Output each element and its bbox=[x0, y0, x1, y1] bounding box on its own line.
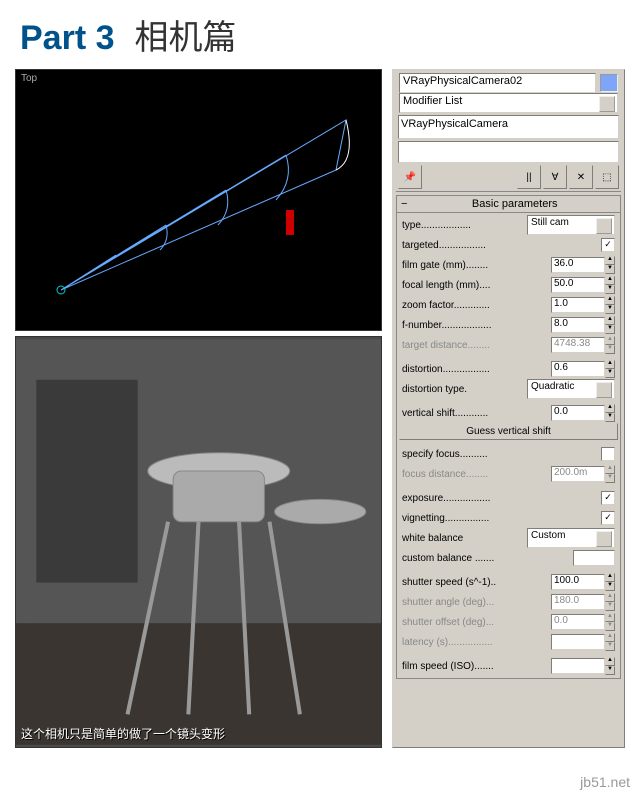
viewport-top[interactable]: Top bbox=[15, 69, 382, 331]
param-input-filmgate[interactable]: 36.0 bbox=[551, 257, 605, 273]
param-label-tdist: target distance........ bbox=[402, 340, 551, 351]
param-label-focal: focal length (mm).... bbox=[402, 280, 551, 291]
param-label-exp: exposure................. bbox=[402, 493, 601, 504]
param-label-shut: shutter speed (s^-1).. bbox=[402, 577, 551, 588]
param-spinner-fnum[interactable]: ▲▼ bbox=[605, 316, 615, 334]
param-label-spec: specify focus.......... bbox=[402, 449, 601, 460]
viewport-perspective[interactable]: VRayPhy... 这个相机只是简单的做了一个镜头变形 bbox=[15, 336, 382, 748]
stack-toolbar: 📌 || ∀ ✕ ⬚ bbox=[396, 163, 621, 192]
pin-stack-icon[interactable]: 📌 bbox=[398, 165, 422, 189]
object-color-swatch[interactable] bbox=[600, 74, 618, 92]
param-spinner-focal[interactable]: ▲▼ bbox=[605, 276, 615, 294]
param-label-zoom: zoom factor............. bbox=[402, 300, 551, 311]
custom-balance-swatch[interactable] bbox=[573, 550, 615, 566]
param-input-vshift[interactable]: 0.0 bbox=[551, 405, 605, 421]
stack-btn-2[interactable]: ∀ bbox=[543, 165, 567, 189]
param-input-sang: 180.0 bbox=[551, 594, 605, 610]
param-spinner-filmgate[interactable]: ▲▼ bbox=[605, 256, 615, 274]
stack-btn-1[interactable]: || bbox=[517, 165, 541, 189]
param-input-fdist: 200.0m bbox=[551, 466, 605, 482]
param-label-filmgate: film gate (mm)........ bbox=[402, 260, 551, 271]
param-spinner-shut[interactable]: ▲▼ bbox=[605, 573, 615, 591]
param-spinner-tdist: ▲▼ bbox=[605, 336, 615, 354]
param-spinner-lat: ▲▼ bbox=[605, 633, 615, 651]
guess-vertical-shift-button[interactable]: Guess vertical shift bbox=[399, 423, 618, 440]
param-input-soff: 0.0 bbox=[551, 614, 605, 630]
param-spinner-fdist: ▲▼ bbox=[605, 465, 615, 483]
chair-render bbox=[16, 337, 381, 747]
param-input-tdist: 4748.38 bbox=[551, 337, 605, 353]
param-checkbox-spec[interactable] bbox=[601, 447, 615, 461]
param-dropdown-wb[interactable]: Custom bbox=[527, 528, 615, 548]
param-checkbox-vig[interactable]: ✓ bbox=[601, 511, 615, 525]
param-label-vig: vignetting................ bbox=[402, 513, 601, 524]
param-input-focal[interactable]: 50.0 bbox=[551, 277, 605, 293]
header-cn: 相机篇 bbox=[135, 10, 237, 59]
param-dropdown-type[interactable]: Still cam bbox=[527, 215, 615, 235]
param-label-fdist: focus distance........ bbox=[402, 469, 551, 480]
watermark: jb51.net bbox=[580, 774, 630, 790]
param-label-soff: shutter offset (deg)... bbox=[402, 617, 551, 628]
param-label-type: type.................. bbox=[402, 220, 527, 231]
param-input-dist[interactable]: 0.6 bbox=[551, 361, 605, 377]
param-label-dist: distortion................. bbox=[402, 364, 551, 375]
param-label-wb: white balance bbox=[402, 533, 527, 544]
param-input-shut[interactable]: 100.0 bbox=[551, 574, 605, 590]
param-label-vshift: vertical shift............ bbox=[402, 408, 551, 419]
param-spinner-sang: ▲▼ bbox=[605, 593, 615, 611]
camera-fov-wireframe bbox=[46, 100, 366, 300]
param-label-dtype: distortion type. bbox=[402, 384, 527, 395]
rollout-toggle-icon: − bbox=[401, 198, 407, 210]
viewport-caption: 这个相机只是简单的做了一个镜头变形 bbox=[21, 725, 225, 742]
param-dropdown-dtype[interactable]: Quadratic bbox=[527, 379, 615, 399]
param-checkbox-targeted[interactable]: ✓ bbox=[601, 238, 615, 252]
param-spinner-iso[interactable]: ▲▼ bbox=[605, 657, 615, 675]
param-spinner-zoom[interactable]: ▲▼ bbox=[605, 296, 615, 314]
header-part: Part 3 bbox=[20, 19, 115, 58]
viewport-top-label: Top bbox=[21, 73, 37, 84]
param-input-lat bbox=[551, 634, 605, 650]
modifier-stack-item[interactable]: VRayPhysicalCamera bbox=[398, 115, 619, 139]
stack-btn-3[interactable]: ✕ bbox=[569, 165, 593, 189]
param-label-cb: custom balance ....... bbox=[402, 553, 573, 564]
param-label-iso: film speed (ISO)....... bbox=[402, 661, 551, 672]
param-label-fnum: f-number.................. bbox=[402, 320, 551, 331]
param-spinner-dist[interactable]: ▲▼ bbox=[605, 360, 615, 378]
param-label-lat: latency (s)................ bbox=[402, 637, 551, 648]
param-label-sang: shutter angle (deg)... bbox=[402, 597, 551, 608]
command-panel: VRayPhysicalCamera02 Modifier List VRayP… bbox=[392, 69, 625, 748]
object-name-field[interactable]: VRayPhysicalCamera02 bbox=[399, 73, 596, 93]
param-input-fnum[interactable]: 8.0 bbox=[551, 317, 605, 333]
stack-btn-4[interactable]: ⬚ bbox=[595, 165, 619, 189]
rollout-header[interactable]: − Basic parameters bbox=[397, 196, 620, 213]
param-checkbox-exp[interactable]: ✓ bbox=[601, 491, 615, 505]
param-input-iso[interactable] bbox=[551, 658, 605, 674]
param-input-zoom[interactable]: 1.0 bbox=[551, 297, 605, 313]
param-spinner-soff: ▲▼ bbox=[605, 613, 615, 631]
param-label-targeted: targeted................. bbox=[402, 240, 601, 251]
param-spinner-vshift[interactable]: ▲▼ bbox=[605, 404, 615, 422]
rollout-title: Basic parameters bbox=[413, 198, 616, 210]
modifier-list-dropdown[interactable]: Modifier List bbox=[399, 93, 618, 113]
